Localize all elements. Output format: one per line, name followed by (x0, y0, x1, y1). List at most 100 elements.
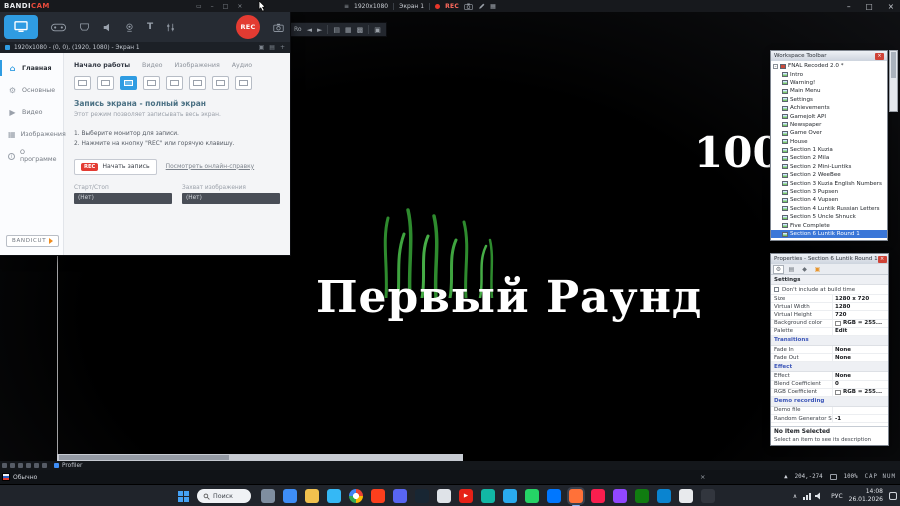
taskbar-app-icon[interactable] (371, 489, 385, 503)
property-value[interactable]: RGB = 255... (833, 389, 888, 396)
screenshot-icon[interactable] (464, 3, 473, 10)
taskbar-app-icon[interactable] (503, 489, 517, 503)
tree-item[interactable]: Achievements (771, 104, 887, 112)
recording-mode-icon[interactable] (189, 76, 206, 90)
property-row[interactable]: Fade In None (771, 345, 888, 355)
bandicut-logo[interactable]: BANDICUT (6, 235, 60, 247)
rec-button[interactable]: REC (236, 15, 260, 39)
tree-item[interactable]: Section 2 WeeBee (771, 171, 887, 179)
next-frame-icon[interactable]: ► (317, 26, 322, 34)
recording-mode-icon[interactable] (120, 76, 137, 90)
property-value[interactable]: None (833, 346, 888, 353)
window-maximize-button[interactable]: □ (866, 2, 873, 11)
taskbar-search[interactable]: Поиск (197, 489, 251, 503)
language-indicator[interactable]: РУС (831, 493, 842, 500)
menu-icon[interactable]: ≡ (344, 3, 349, 10)
property-value[interactable]: None (833, 354, 888, 361)
sidebar-item[interactable]: ⚙ Основные (0, 79, 63, 101)
tree-item[interactable]: Settings (771, 96, 887, 104)
tree-item[interactable]: Warning! (771, 79, 887, 87)
recording-mode-icon[interactable] (235, 76, 252, 90)
tab-window-icon[interactable]: ▤ (786, 265, 797, 274)
sidebar-item[interactable]: ⌂ Главная (0, 57, 63, 79)
taskbar-app-icon[interactable] (525, 489, 539, 503)
start-recording-button[interactable]: REC Начать запись (74, 158, 157, 175)
layer-icon[interactable] (42, 463, 47, 468)
tree-item[interactable]: Section 3 Pupsen (771, 188, 887, 196)
frame-selector[interactable]: Ro (294, 26, 302, 33)
taskbar-app-icon[interactable] (657, 489, 671, 503)
layer-icon[interactable] (26, 463, 31, 468)
property-row[interactable]: Random Generator Seed-1 (771, 415, 888, 424)
property-row[interactable]: Virtual Width 1280 (771, 303, 888, 312)
property-row[interactable]: Background color RGB = 255... (771, 319, 888, 328)
restore-mini-icon[interactable]: □ (223, 3, 229, 10)
draw-icon[interactable] (478, 3, 485, 10)
window-close-button[interactable]: × (888, 2, 894, 11)
property-row[interactable]: Fade Out None (771, 354, 888, 363)
properties-title-bar[interactable]: Properties - Section 6 Luntik Round 1 × (771, 254, 888, 264)
tree-item[interactable]: Intro (771, 70, 887, 78)
tree-item[interactable]: Section 2 Mini-Luntiks (771, 163, 887, 171)
network-volume-icons[interactable] (803, 491, 825, 501)
properties-close-button[interactable]: × (877, 255, 887, 263)
hotkey-input[interactable]: (Нет) (182, 192, 280, 204)
tab-runtime-icon[interactable]: ◆ (799, 265, 810, 274)
property-value[interactable]: 0 (833, 381, 888, 388)
crosshair-icon[interactable]: + (280, 44, 285, 51)
collapse-icon[interactable]: – (773, 63, 778, 69)
close-mini-icon[interactable]: × (237, 3, 242, 10)
tree-item[interactable]: Section 4 Vupsen (771, 196, 887, 204)
taskbar-app-icon[interactable] (459, 489, 473, 503)
property-value[interactable]: None (833, 372, 888, 379)
checkbox-icon[interactable] (774, 287, 779, 292)
property-value[interactable]: 720 (833, 311, 888, 318)
workspace-title-bar[interactable]: Workspace Toolbar × (771, 51, 887, 61)
bandicam-tab[interactable]: Изображения (175, 62, 220, 69)
tree-item[interactable]: Game Over (771, 129, 887, 137)
layer-icon[interactable] (2, 463, 7, 468)
scroll-top-icon[interactable]: ▲ (784, 474, 788, 480)
tree-item[interactable]: Newspaper (771, 121, 887, 129)
layer-icon[interactable] (10, 463, 15, 468)
property-value[interactable] (833, 407, 888, 414)
workspace-scrollbar[interactable] (889, 50, 898, 112)
taskbar-app-icon[interactable] (415, 489, 429, 503)
tree-item[interactable]: Section 1 Kuzia (771, 146, 887, 154)
grid-icon[interactable]: ▦ (490, 3, 496, 10)
taskbar-app-icon[interactable] (305, 489, 319, 503)
tree-item[interactable]: – FNAL Recoded 2.0 * (771, 62, 887, 70)
recording-mode-icon[interactable] (166, 76, 183, 90)
taskbar-app-icon[interactable] (481, 489, 495, 503)
tray-expand-icon[interactable]: ∧ (793, 493, 797, 500)
capture-image-icon[interactable] (273, 23, 284, 32)
scrollbar-thumb[interactable] (891, 52, 896, 78)
recording-mode-icon[interactable] (212, 76, 229, 90)
property-value[interactable]: Edit (833, 328, 888, 335)
tree-item[interactable]: Main Menu (771, 87, 887, 95)
layout-indicator[interactable]: Обычно (2, 473, 37, 481)
taskbar-app-icon[interactable] (679, 489, 693, 503)
scrollbar-thumb[interactable] (59, 455, 229, 460)
layout-icon[interactable]: ▣ (259, 44, 265, 51)
audio-icon[interactable] (103, 23, 112, 32)
taskbar-app-icon[interactable] (701, 489, 715, 503)
tree-item[interactable]: Section 5 Uncle Shnuck (771, 213, 887, 221)
profiler-tab[interactable]: Profiler (54, 463, 82, 469)
property-value[interactable]: 1280 (833, 303, 888, 310)
property-row[interactable]: Blend Coefficient 0 (771, 380, 888, 389)
layer-icon[interactable] (18, 463, 23, 468)
window-minimize-button[interactable]: – (847, 2, 851, 11)
online-help-link[interactable]: Посмотреть онлайн-справку (166, 164, 254, 170)
property-row[interactable]: Virtual Height 720 (771, 311, 888, 320)
taskbar-app-icon[interactable] (613, 489, 627, 503)
property-value[interactable]: RGB = 255... (833, 320, 888, 327)
property-row[interactable]: Size 1280 x 720 (771, 295, 888, 304)
zoom-level[interactable]: 100% (844, 474, 858, 480)
tree-item[interactable]: Section 4 Luntik Russian Letters (771, 205, 887, 213)
taskbar-app-icon[interactable] (283, 489, 297, 503)
start-button[interactable] (178, 490, 189, 502)
recording-mode-icon[interactable] (74, 76, 91, 90)
taskbar-app-icon[interactable] (437, 489, 451, 503)
webcam-icon[interactable] (125, 23, 134, 32)
